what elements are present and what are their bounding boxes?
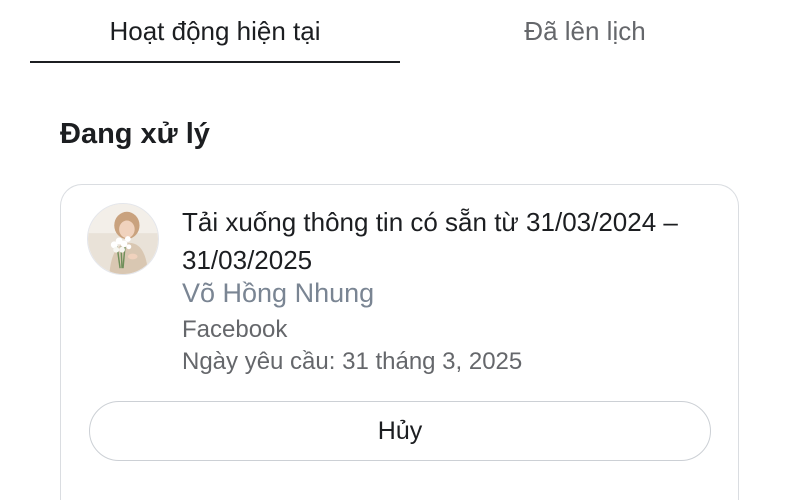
request-title: Tải xuống thông tin có sẵn từ 31/03/2024… xyxy=(182,207,678,275)
tab-current-activity[interactable]: Hoạt động hiện tại xyxy=(30,0,400,62)
download-request-card: Tải xuống thông tin có sẵn từ 31/03/2024… xyxy=(60,184,739,500)
avatar xyxy=(87,203,159,275)
tab-scheduled[interactable]: Đã lên lịch xyxy=(400,0,770,62)
active-tab-indicator xyxy=(30,61,400,63)
tab-bar: Hoạt động hiện tại Đã lên lịch xyxy=(0,0,800,66)
section-title-processing: Đang xử lý xyxy=(60,118,210,150)
platform-label: Facebook xyxy=(182,316,288,343)
cancel-button[interactable]: Hủy xyxy=(89,401,711,461)
request-date: Ngày yêu cầu: 31 tháng 3, 2025 xyxy=(182,348,523,375)
download-activity-screen: Hoạt động hiện tại Đã lên lịch Đang xử l… xyxy=(0,0,800,500)
account-name: Võ Hồng Nhung xyxy=(182,278,375,308)
